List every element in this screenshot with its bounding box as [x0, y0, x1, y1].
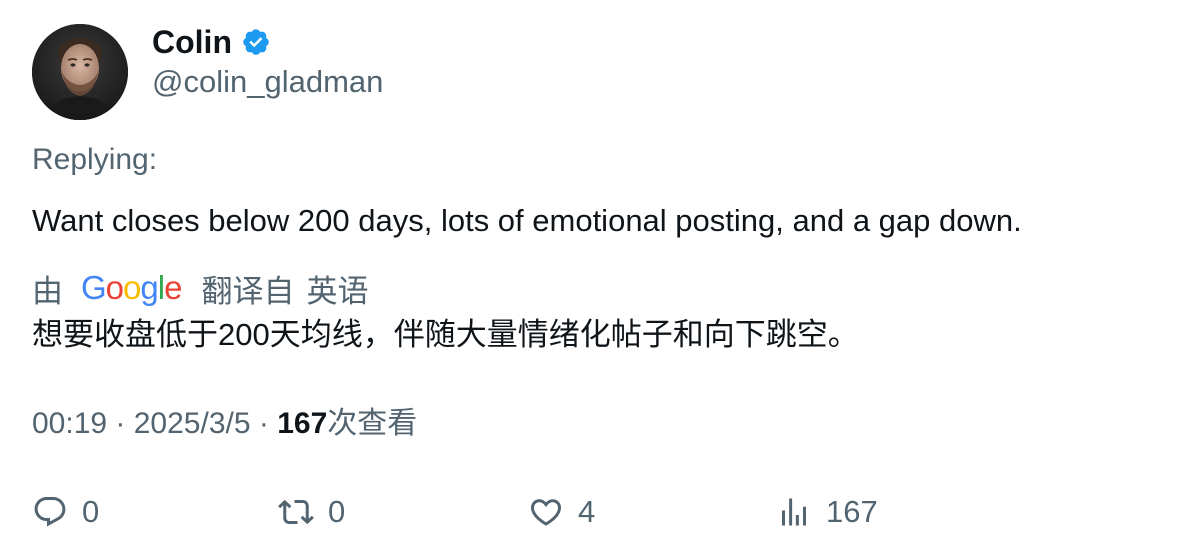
views-label: 次查看 [327, 407, 418, 440]
author-name-row[interactable]: Colin [152, 22, 271, 62]
google-logo-letter: G [81, 269, 107, 306]
replying-label: Replying: [32, 143, 158, 176]
tweet-text: Want closes below 200 days, lots of emot… [32, 203, 1022, 238]
translated-text: 想要收盘低于200天均线，伴随大量情绪化帖子和向下跳空。 [32, 317, 859, 352]
meta-separator: · [107, 407, 134, 440]
retweet-button[interactable]: 0 [278, 490, 345, 534]
retweet-icon [278, 494, 314, 530]
tweet-date[interactable]: 2025/3/5 [134, 407, 251, 440]
avatar-photo [32, 24, 128, 120]
like-button[interactable]: 4 [528, 490, 595, 534]
analytics-icon [776, 494, 812, 530]
meta-separator-2: · [250, 407, 278, 440]
google-logo-letter: g [140, 269, 158, 306]
views-action-count: 167 [826, 494, 878, 529]
heart-icon [528, 494, 564, 530]
translation-attribution: 由 Google 翻译自 英语 [32, 268, 369, 309]
reply-count: 0 [82, 494, 100, 529]
translation-label: 翻译自 [201, 273, 295, 309]
author-handle[interactable]: @colin_gladman [152, 62, 383, 102]
action-bar: 0 0 4 167 [32, 490, 1162, 534]
verified-badge-icon[interactable] [241, 27, 271, 57]
author-display-name[interactable]: Colin [152, 22, 232, 62]
tweet-time[interactable]: 00:19 [32, 407, 107, 440]
avatar[interactable] [32, 24, 128, 120]
google-logo-letter: o [123, 269, 141, 306]
retweet-count: 0 [328, 494, 346, 529]
translation-prefix: 由 [32, 273, 63, 309]
reply-icon [32, 494, 68, 530]
reply-button[interactable]: 0 [32, 490, 99, 534]
google-logo-letter: e [164, 269, 182, 306]
like-count: 4 [578, 494, 596, 529]
tweet-meta: 00:19 · 2025/3/5 · 167次查看 [32, 404, 417, 444]
views-count: 167 [277, 407, 328, 440]
translation-source-language: 英语 [306, 273, 369, 309]
google-logo: Google [81, 268, 182, 308]
google-logo-letter: o [105, 269, 124, 306]
views-button[interactable]: 167 [776, 490, 878, 534]
